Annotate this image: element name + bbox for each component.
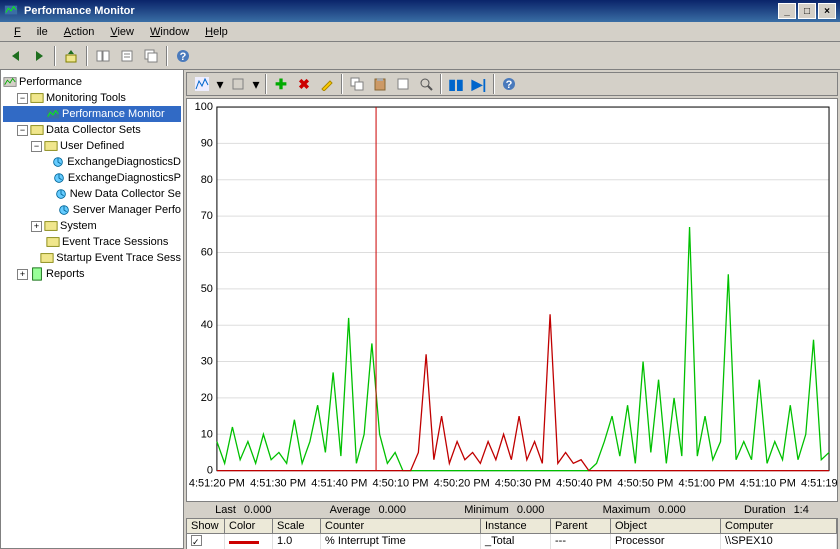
navigation-tree[interactable]: Performance −Monitoring Tools Performanc…: [0, 70, 184, 549]
menu-action[interactable]: Action: [56, 24, 103, 40]
window-title: Performance Monitor: [24, 5, 778, 17]
chart-area[interactable]: 0 10 20 30 40 50 60 70 80 90 100 4:51:20 PM 4:51:30 …: [186, 98, 838, 502]
menu-window[interactable]: Window: [142, 24, 197, 40]
color-swatch: [229, 541, 259, 544]
up-button[interactable]: [60, 45, 82, 67]
line-chart: 0 10 20 30 40 50 60 70 80 90 100 4:51:20 PM 4:51:30 …: [187, 99, 837, 501]
svg-text:4:50:40 PM: 4:50:40 PM: [556, 478, 612, 490]
minimize-button[interactable]: _: [778, 3, 796, 19]
svg-text:90: 90: [201, 137, 213, 149]
svg-text:10: 10: [201, 428, 213, 440]
dropdown-button[interactable]: ▾: [214, 73, 226, 95]
help-button[interactable]: ?: [172, 45, 194, 67]
svg-text:4:50:30 PM: 4:50:30 PM: [495, 478, 551, 490]
delete-counter-button[interactable]: ✖: [293, 73, 315, 95]
tree-user-item[interactable]: ExchangeDiagnosticsP: [3, 170, 181, 186]
tree-startup-event-trace[interactable]: Startup Event Trace Sess: [3, 250, 181, 266]
svg-text:4:51:00 PM: 4:51:00 PM: [679, 478, 735, 490]
chart-help-button[interactable]: ?: [498, 73, 520, 95]
tree-event-trace-sessions[interactable]: Event Trace Sessions: [3, 234, 181, 250]
menubar: File Action View Window Help: [0, 22, 840, 42]
main-toolbar: ?: [0, 42, 840, 70]
arrow-left-icon: [12, 51, 19, 61]
counter-table-row[interactable]: 1.0 % Interrupt Time _Total --- Processo…: [186, 534, 838, 549]
add-counter-button[interactable]: ✚: [270, 73, 292, 95]
show-checkbox[interactable]: [191, 535, 202, 546]
arrow-right-icon: [36, 51, 43, 61]
back-button[interactable]: [4, 45, 26, 67]
new-window-button[interactable]: [140, 45, 162, 67]
zoom-button[interactable]: [415, 73, 437, 95]
svg-text:0: 0: [207, 465, 213, 477]
svg-text:30: 30: [201, 356, 213, 368]
paste-button[interactable]: [369, 73, 391, 95]
svg-text:4:50:10 PM: 4:50:10 PM: [373, 478, 429, 490]
forward-button[interactable]: [28, 45, 50, 67]
update-button[interactable]: ▶|: [468, 73, 490, 95]
show-hide-tree-button[interactable]: [92, 45, 114, 67]
svg-text:60: 60: [201, 246, 213, 258]
tree-user-defined[interactable]: −User Defined: [3, 138, 181, 154]
svg-text:?: ?: [180, 51, 187, 63]
tree-reports[interactable]: +Reports: [3, 266, 181, 282]
tree-data-collector-sets[interactable]: −Data Collector Sets: [3, 122, 181, 138]
svg-text:4:51:30 PM: 4:51:30 PM: [250, 478, 306, 490]
view-graph-button[interactable]: [191, 73, 213, 95]
highlight-button[interactable]: [316, 73, 338, 95]
svg-text:?: ?: [506, 79, 513, 91]
tree-system[interactable]: +System: [3, 218, 181, 234]
tree-user-item[interactable]: Server Manager Perfo: [3, 202, 181, 218]
svg-text:50: 50: [201, 283, 213, 295]
app-icon: [4, 3, 20, 19]
menu-file[interactable]: File: [6, 24, 56, 40]
svg-text:40: 40: [201, 319, 213, 331]
svg-text:4:51:19 PM: 4:51:19 PM: [801, 478, 837, 490]
counter-type-button[interactable]: [227, 73, 249, 95]
svg-text:20: 20: [201, 392, 213, 404]
svg-text:100: 100: [195, 101, 213, 113]
menu-view[interactable]: View: [102, 24, 142, 40]
tree-monitoring-tools[interactable]: −Monitoring Tools: [3, 90, 181, 106]
tree-performance-monitor[interactable]: Performance Monitor: [3, 106, 181, 122]
maximize-button[interactable]: □: [798, 3, 816, 19]
titlebar: Performance Monitor _ □ ×: [0, 0, 840, 22]
svg-text:4:51:10 PM: 4:51:10 PM: [740, 478, 796, 490]
tree-user-item[interactable]: New Data Collector Se: [3, 186, 181, 202]
svg-text:80: 80: [201, 174, 213, 186]
counter-table-header[interactable]: Show Color Scale Counter Instance Parent…: [186, 518, 838, 534]
svg-text:4:50:50 PM: 4:50:50 PM: [617, 478, 673, 490]
svg-text:4:50:20 PM: 4:50:20 PM: [434, 478, 490, 490]
properties-button[interactable]: [116, 45, 138, 67]
svg-text:70: 70: [201, 210, 213, 222]
tree-root[interactable]: Performance: [3, 74, 181, 90]
tree-user-item[interactable]: ExchangeDiagnosticsD: [3, 154, 181, 170]
dropdown2-button[interactable]: ▾: [250, 73, 262, 95]
properties-chart-button[interactable]: [392, 73, 414, 95]
stats-bar: Last0.000 Average0.000 Minimum0.000 Maxi…: [186, 504, 838, 516]
svg-text:4:51:40 PM: 4:51:40 PM: [311, 478, 367, 490]
copy-button[interactable]: [346, 73, 368, 95]
svg-text:4:51:20 PM: 4:51:20 PM: [189, 478, 245, 490]
chart-toolbar: ▾ ▾ ✚ ✖ ▮▮ ▶| ?: [186, 72, 838, 96]
freeze-button[interactable]: ▮▮: [445, 73, 467, 95]
close-button[interactable]: ×: [818, 3, 836, 19]
menu-help[interactable]: Help: [197, 24, 236, 40]
